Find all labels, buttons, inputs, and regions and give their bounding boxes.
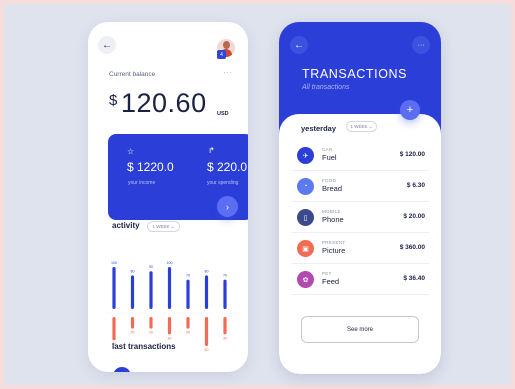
transaction-category: CAR [322, 147, 333, 152]
page-title: TRANSACTIONS [302, 67, 408, 81]
back-button[interactable]: ← [98, 36, 116, 54]
chart-bar-bottom[interactable] [223, 317, 227, 335]
phone-icon: ▯ [297, 209, 314, 226]
food-icon: ◔ [297, 178, 314, 195]
more-options-button[interactable]: ··· [223, 68, 233, 77]
transaction-category: MOBILE [322, 209, 341, 214]
transaction-amount: $ 6.30 [406, 182, 425, 189]
income-value: $ 1220.0 [127, 160, 174, 174]
chart-label-top: 80 [205, 269, 209, 273]
back-button[interactable]: ← [290, 36, 308, 54]
spending-value: $ 220.0 [207, 160, 248, 174]
chart-bar-top[interactable] [223, 279, 227, 309]
transactions-screen: ← ··· TRANSACTIONS All transactions + ye… [279, 22, 441, 374]
chart-bar-bottom[interactable] [112, 317, 116, 341]
arrow-left-icon: ← [102, 39, 112, 51]
chart-bar-bottom[interactable] [186, 317, 190, 329]
page-subtitle: All transactions [302, 84, 350, 91]
balance-unit: USD [217, 111, 229, 117]
section-label: yesterday [301, 124, 337, 133]
chart-bar-bottom[interactable] [204, 317, 209, 346]
chart-label-bottom: 20 [186, 331, 190, 335]
chart-bar-top[interactable] [186, 279, 190, 309]
chart-label-bottom: 20 [131, 331, 135, 335]
range-select[interactable]: 1 WEEK ⌄ [346, 121, 377, 132]
chart-bar-top[interactable] [149, 271, 153, 309]
transaction-category: PET [322, 271, 332, 276]
transaction-row[interactable]: ✈ CAR Fuel $ 120.00 [292, 140, 429, 171]
car-icon: ✈ [297, 147, 314, 164]
transaction-row[interactable]: ▯ MOBILE Phone $ 20.00 [292, 202, 429, 233]
chart-bar-top[interactable] [130, 275, 135, 309]
balance-label: Current balance [109, 71, 156, 78]
transaction-amount: $ 36.40 [403, 275, 425, 282]
chart-bar-top[interactable] [112, 267, 116, 309]
notification-badge: 4 [217, 50, 226, 59]
transaction-name: Feed [322, 277, 340, 286]
activity-range-select[interactable]: 1 WEEK ⌄ [147, 221, 180, 232]
transaction-row[interactable]: ▣ PRESENT Picture $ 360.00 [292, 233, 429, 264]
chart-label-bottom: 20 [149, 331, 153, 335]
see-more-button[interactable]: See more [301, 316, 419, 343]
transaction-row[interactable]: ◔ FOOD Bread $ 6.30 [292, 171, 429, 202]
chart-label-bottom: 50 [205, 348, 209, 352]
chart-label-bottom: 30 [223, 336, 227, 340]
chart-label-bottom: 30 [168, 336, 172, 340]
chart-label-top: 100 [167, 261, 173, 265]
chart-label-top: 70 [186, 274, 190, 278]
chart-bar-bottom[interactable] [167, 317, 172, 335]
arrow-left-icon: ← [294, 39, 304, 51]
transaction-amount: $ 120.00 [399, 151, 425, 158]
balance-amount: 120.60 [121, 88, 207, 118]
chart-label-top: 80 [131, 269, 135, 273]
transaction-amount: $ 360.00 [399, 244, 425, 251]
star-icon: ☆ [127, 147, 135, 156]
transaction-icon [113, 367, 131, 372]
chevron-right-icon: › [226, 201, 229, 212]
chart-bar-top[interactable] [204, 275, 209, 309]
transaction-amount: $ 20.00 [403, 213, 425, 220]
transaction-category: PRESENT [322, 240, 346, 245]
pet-icon: ✿ [297, 271, 314, 288]
transaction-name: Fuel [322, 153, 337, 162]
transaction-name: Bread [322, 184, 343, 193]
activity-chart: 100408020902010030702080507030 [106, 261, 238, 352]
chart-label-top: 70 [223, 274, 227, 278]
transaction-row[interactable]: ✿ PET Feed $ 36.40 [292, 264, 429, 295]
activity-title: activity [112, 221, 140, 230]
chart-bar-top[interactable] [167, 267, 172, 309]
dashboard-screen: ← 4 Current balance ··· $ 120.60 USD ☆ ↱… [88, 22, 248, 372]
gift-icon: ▣ [297, 240, 314, 257]
spending-label: your spending [207, 180, 239, 186]
next-card-button[interactable]: › [217, 196, 238, 217]
add-transaction-button[interactable]: + [400, 100, 420, 120]
more-options-button[interactable]: ··· [412, 36, 430, 54]
last-transactions-title: last transactions [112, 342, 176, 351]
chart-label-top: 90 [149, 265, 153, 269]
chart-bar-bottom[interactable] [130, 317, 135, 329]
share-arrow-icon: ↱ [208, 146, 215, 155]
chart-bar-bottom[interactable] [149, 317, 153, 329]
transaction-name: Picture [322, 246, 346, 255]
transaction-name: Phone [322, 215, 344, 224]
plus-icon: + [406, 104, 414, 116]
currency-symbol: $ [109, 92, 118, 109]
transaction-category: FOOD [322, 178, 337, 183]
chart-label-top: 100 [111, 261, 117, 265]
more-icon: ··· [417, 41, 425, 49]
income-label: your income [128, 180, 156, 186]
